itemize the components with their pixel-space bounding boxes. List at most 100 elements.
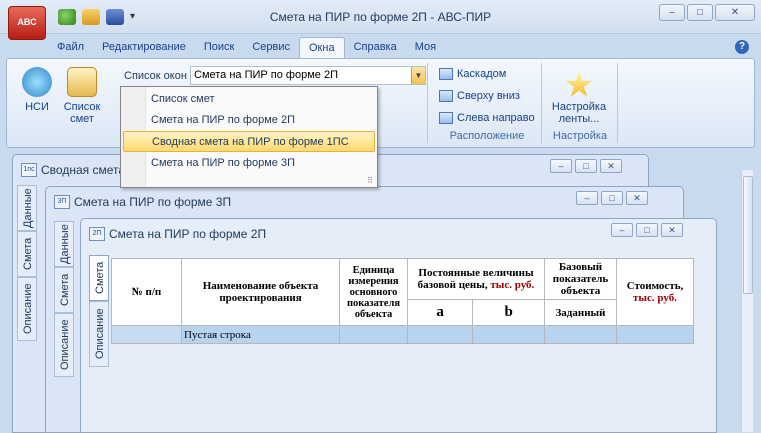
minimize-button[interactable]: – (576, 191, 598, 205)
close-button[interactable]: ✕ (626, 191, 648, 205)
cost-unit-text: тыс. руб. (633, 292, 677, 304)
row-given-cell[interactable] (544, 325, 617, 344)
tile-vertical-button[interactable]: Слева направо (439, 112, 535, 124)
tab-help[interactable]: Справка (345, 37, 406, 58)
scrollbar-thumb[interactable] (743, 176, 753, 294)
maximize-button[interactable]: □ (687, 4, 713, 21)
window-list-combo[interactable]: Смета на ПИР по форме 2П ▼ (190, 66, 426, 85)
row-a-cell[interactable] (406, 325, 474, 344)
constants-unit-text: тыс. руб. (490, 279, 535, 291)
settings-group-title: Настройка (552, 130, 608, 142)
mdi-window-title-text: Сводная смета (41, 163, 126, 177)
help-icon[interactable]: ? (735, 40, 749, 54)
cascade-icon (439, 68, 453, 80)
tab-my[interactable]: Моя (406, 37, 445, 58)
ribbon-panel: НСИ Список смет Список окон Смета на ПИР… (6, 58, 755, 148)
minimize-button[interactable]: – (611, 223, 633, 237)
column-header-base[interactable]: Базовый показатель объекта (544, 258, 617, 300)
ribbon-settings-button[interactable]: Настройка ленты... (547, 71, 611, 125)
nsi-button[interactable]: НСИ (19, 67, 55, 113)
tab-search[interactable]: Поиск (195, 37, 243, 58)
tile-horizontal-button[interactable]: Сверху вниз (439, 90, 520, 102)
dropdown-item-form-3p[interactable]: Смета на ПИР по форме 3П (123, 153, 375, 174)
window-list-label: Список окон (124, 70, 187, 82)
mdi-window-title: 3П Смета на ПИР по форме 3П (54, 193, 231, 211)
tile-vertical-icon (439, 112, 453, 124)
tab-description[interactable]: Описание (89, 301, 109, 367)
dropdown-item-form-2p[interactable]: Смета на ПИР по форме 2П (123, 110, 375, 131)
tab-data[interactable]: Данные (17, 185, 37, 231)
tab-edit[interactable]: Редактирование (93, 37, 195, 58)
mdi-window-title-text: Смета на ПИР по форме 3П (74, 195, 232, 209)
window-controls: – □ ✕ (659, 4, 755, 21)
column-header-cost[interactable]: Стоимость, тыс. руб. (616, 258, 694, 326)
chevron-down-icon[interactable]: ▼ (411, 67, 425, 84)
window-list-dropdown: Список смет Смета на ПИР по форме 2П Сво… (120, 86, 378, 188)
group-separator (427, 63, 428, 143)
mdi-window-controls: – □ ✕ (576, 191, 648, 205)
maximize-button[interactable]: □ (575, 159, 597, 173)
close-button[interactable]: ✕ (715, 4, 755, 21)
row-b-cell[interactable] (472, 325, 545, 344)
row-cost-cell[interactable] (616, 325, 694, 344)
mdi-window-controls: – □ ✕ (550, 159, 622, 173)
title-bar: АВС ▾ Смета на ПИР по форме 2П - АВС-ПИР… (0, 0, 761, 40)
dropdown-item-estimates-list[interactable]: Список смет (123, 89, 375, 110)
ribbon-settings-label-2: ленты... (558, 113, 600, 125)
row-number-cell[interactable] (111, 325, 182, 344)
mdi-window-controls: – □ ✕ (611, 223, 683, 237)
column-header-constants[interactable]: Постоянные величины базовой цены, тыс. р… (407, 258, 545, 300)
estimate-grid[interactable]: № п/п Наименование объекта проектировани… (111, 258, 694, 344)
estimate-3p-icon: 3П (54, 195, 70, 209)
table-row[interactable]: Пустая строка (111, 325, 694, 344)
ribbon-tabs: Файл Редактирование Поиск Сервис Окна Сп… (48, 37, 445, 58)
tab-description[interactable]: Описание (17, 277, 37, 341)
row-unit-cell[interactable] (339, 325, 408, 344)
tab-description[interactable]: Описание (54, 313, 74, 377)
tab-data[interactable]: Данные (54, 221, 74, 267)
mdi-window-title: 2П Смета на ПИР по форме 2П (89, 225, 266, 243)
mdi-window-title-text: Смета на ПИР по форме 2П (109, 227, 267, 241)
app-logo-button[interactable]: АВС (8, 6, 46, 40)
row-name-cell[interactable]: Пустая строка (181, 325, 340, 344)
vertical-scrollbar[interactable] (741, 170, 753, 432)
tile-horizontal-label: Сверху вниз (457, 90, 520, 102)
tile-horizontal-icon (439, 90, 453, 102)
column-header-given[interactable]: Заданный (544, 299, 617, 326)
close-button[interactable]: ✕ (600, 159, 622, 173)
maximize-button[interactable]: □ (636, 223, 658, 237)
tab-estimate[interactable]: Смета (89, 255, 109, 301)
star-icon (565, 71, 593, 97)
mdi-window-title: 1пс Сводная смета (21, 161, 125, 179)
arrange-group-title: Расположение (449, 130, 525, 142)
tab-estimate[interactable]: Смета (54, 267, 74, 313)
window-list-value: Смета на ПИР по форме 2П (194, 69, 338, 81)
ribbon-settings-label-1: Настройка (551, 101, 607, 113)
dropdown-item-form-1ps[interactable]: Сводная смета на ПИР по форме 1ПС (123, 131, 375, 152)
tab-file[interactable]: Файл (48, 37, 93, 58)
group-separator (617, 63, 618, 143)
tab-service[interactable]: Сервис (243, 37, 299, 58)
estimates-list-label-2: смет (70, 113, 94, 125)
minimize-button[interactable]: – (550, 159, 572, 173)
cascade-button[interactable]: Каскадом (439, 68, 506, 80)
tile-vertical-label: Слева направо (457, 112, 535, 124)
column-header-a[interactable]: a (406, 299, 474, 326)
close-button[interactable]: ✕ (661, 223, 683, 237)
estimates-list-label-1: Список (63, 101, 101, 113)
tab-estimate[interactable]: Смета (17, 231, 37, 277)
tab-windows[interactable]: Окна (299, 37, 345, 58)
group-separator (541, 63, 542, 143)
column-header-b[interactable]: b (472, 299, 545, 326)
estimate-2p-icon: 2П (89, 227, 105, 241)
cascade-label: Каскадом (457, 68, 507, 80)
maximize-button[interactable]: □ (601, 191, 623, 205)
magnifier-document-icon (67, 67, 97, 97)
column-header-number[interactable]: № п/п (111, 258, 182, 326)
minimize-button[interactable]: – (659, 4, 685, 21)
estimates-list-button[interactable]: Список смет (59, 67, 105, 125)
column-header-unit[interactable]: Единица измерения основного показателя о… (339, 258, 408, 326)
column-header-name[interactable]: Наименование объекта проектирования (181, 258, 340, 326)
resize-grip-icon[interactable]: ⠿ (367, 176, 373, 185)
cost-header-text: Стоимость, (626, 280, 684, 292)
